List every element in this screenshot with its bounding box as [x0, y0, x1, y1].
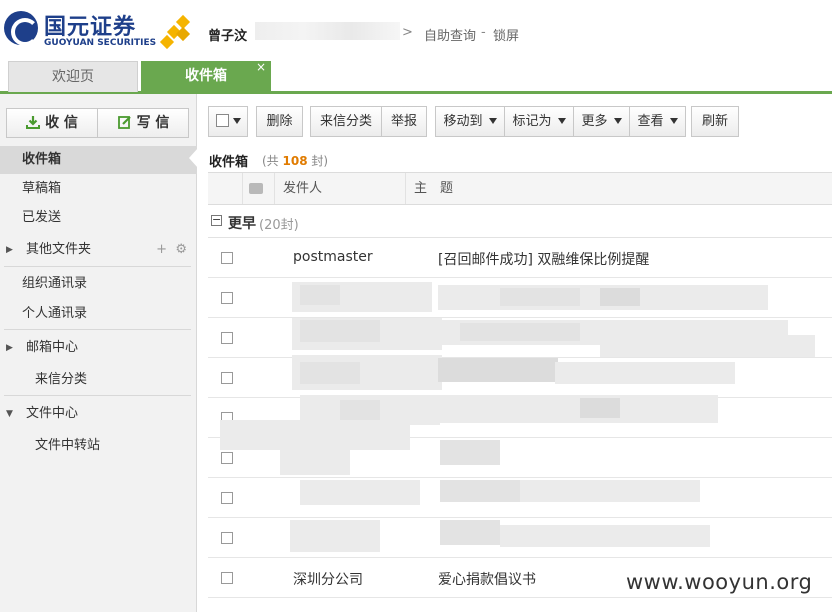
- collapse-arrow-icon[interactable]: ▼: [6, 400, 13, 428]
- row-checkbox[interactable]: [221, 452, 233, 464]
- tab-inbox-label: 收件箱: [185, 68, 227, 84]
- tab-bar: 欢迎页 收件箱 ×: [0, 58, 832, 94]
- mark-as-dropdown[interactable]: 标记为: [504, 106, 574, 137]
- move-to-dropdown[interactable]: 移动到: [435, 106, 505, 137]
- subject-column-header[interactable]: 主 题: [405, 173, 832, 204]
- sidebar-item-personal-contacts[interactable]: 个人通讯录: [0, 300, 197, 328]
- receive-mail-label: 收 信: [45, 115, 78, 131]
- company-logo: 国元证券 GUOYUAN SECURITIES: [4, 11, 194, 51]
- write-mail-label: 写 信: [136, 115, 170, 131]
- chevron-down-icon: [488, 118, 497, 124]
- folder-count-number: 108: [282, 154, 308, 168]
- date-group-header: − 更早 (20封): [208, 206, 832, 238]
- more-label: 更多: [581, 114, 608, 129]
- collapse-toggle-icon[interactable]: −: [211, 214, 222, 226]
- chevron-down-icon: [232, 118, 241, 124]
- row-checkbox[interactable]: [221, 292, 233, 304]
- classify-button[interactable]: 来信分类: [310, 106, 382, 137]
- tab-inbox[interactable]: 收件箱 ×: [141, 60, 271, 92]
- user-name: 曾子汶: [208, 29, 248, 44]
- sidebar-divider: [4, 329, 191, 330]
- mail-center-label: 邮箱中心: [26, 340, 79, 355]
- mail-action-group: 收 信 写 信: [6, 108, 189, 138]
- sidebar-item-drafts[interactable]: 草稿箱: [0, 175, 197, 203]
- select-all-dropdown[interactable]: [208, 106, 248, 137]
- close-icon[interactable]: ×: [256, 52, 266, 83]
- folder-title: 收件箱: [209, 155, 249, 170]
- view-dropdown[interactable]: 查看: [629, 106, 686, 137]
- lock-screen-link[interactable]: 锁屏: [493, 25, 519, 44]
- sidebar-item-inbox[interactable]: 收件箱: [0, 146, 197, 174]
- gear-icon[interactable]: ⚙: [175, 242, 187, 257]
- watermark: www.wooyun.org: [626, 570, 813, 594]
- envelope-icon: [249, 183, 263, 194]
- row-subject[interactable]: 爱心捐款倡议书: [438, 569, 536, 589]
- row-checkbox[interactable]: [221, 332, 233, 344]
- file-center-label: 文件中心: [26, 406, 79, 421]
- edit-icon: [117, 116, 131, 129]
- row-checkbox[interactable]: [221, 532, 233, 544]
- sidebar-item-file-transfer[interactable]: 文件中转站: [0, 432, 197, 460]
- sidebar-divider: [4, 395, 191, 396]
- chevron-down-icon: [613, 118, 622, 124]
- row-sender: postmaster: [293, 249, 373, 265]
- chevron-down-icon: [669, 118, 678, 124]
- expand-arrow-icon[interactable]: ▶: [6, 236, 13, 264]
- sidebar-item-other-folders[interactable]: ▶ 其他文件夹 + ⚙: [0, 236, 197, 264]
- top-header: 国元证券 GUOYUAN SECURITIES 曾子汶 > 自助查询 - 锁屏: [0, 0, 832, 58]
- delete-button[interactable]: 删除: [256, 106, 303, 137]
- add-folder-icon[interactable]: +: [156, 242, 167, 257]
- row-checkbox[interactable]: [221, 572, 233, 584]
- refresh-button[interactable]: 刷新: [691, 106, 739, 137]
- table-row[interactable]: postmaster [召回邮件成功] 双融维保比例提醒: [208, 238, 832, 278]
- redacted-email: [255, 22, 400, 40]
- other-folders-label: 其他文件夹: [26, 242, 92, 257]
- folder-count: (共 108 封): [262, 152, 328, 169]
- sidebar-item-mail-center[interactable]: ▶ 邮箱中心: [0, 334, 197, 362]
- group-count: (20封): [259, 218, 299, 233]
- sidebar: 收 信 写 信 收件箱 草稿箱 已发送 ▶ 其他文件夹 + ⚙ 组织通讯录 个人…: [0, 94, 197, 612]
- folder-count-prefix: (共: [262, 154, 283, 168]
- active-item-pointer: [189, 148, 198, 168]
- sidebar-divider: [4, 266, 191, 267]
- move-to-label: 移动到: [443, 114, 483, 129]
- group-label: 更早: [228, 216, 256, 232]
- logo-emblem-icon: [4, 11, 39, 46]
- more-dropdown[interactable]: 更多: [573, 106, 630, 137]
- header-dash: -: [481, 25, 486, 40]
- header-separator: >: [402, 25, 413, 40]
- sidebar-item-sent[interactable]: 已发送: [0, 204, 197, 232]
- logo-text-en: GUOYUAN SECURITIES: [44, 38, 157, 48]
- write-mail-button[interactable]: 写 信: [98, 109, 189, 137]
- folder-tools: + ⚙: [156, 236, 187, 264]
- row-checkbox[interactable]: [221, 492, 233, 504]
- sidebar-item-incoming-rules[interactable]: 来信分类: [0, 366, 197, 394]
- row-checkbox[interactable]: [221, 252, 233, 264]
- sidebar-item-org-contacts[interactable]: 组织通讯录: [0, 270, 197, 298]
- message-list-header: 发件人 主 题: [208, 172, 832, 205]
- view-label: 查看: [637, 114, 664, 129]
- row-subject[interactable]: [召回邮件成功] 双融维保比例提醒: [438, 249, 649, 269]
- sidebar-item-file-center[interactable]: ▼ 文件中心: [0, 400, 197, 428]
- sender-column-header[interactable]: 发件人: [274, 173, 405, 204]
- receive-mail-button[interactable]: 收 信: [7, 109, 98, 137]
- select-all-checkbox[interactable]: [215, 114, 229, 127]
- download-icon: [26, 116, 41, 129]
- row-checkbox[interactable]: [221, 372, 233, 384]
- folder-count-suffix: 封): [307, 154, 329, 168]
- row-sender: 深圳分公司: [293, 572, 363, 588]
- mark-as-label: 标记为: [512, 114, 552, 129]
- logo-diamond-mark-icon: [159, 14, 194, 50]
- tab-welcome[interactable]: 欢迎页: [8, 61, 138, 92]
- logo-text-cn: 国元证券: [44, 15, 137, 40]
- report-button[interactable]: 举报: [381, 106, 427, 137]
- chevron-down-icon: [557, 118, 566, 124]
- self-service-query-link[interactable]: 自助查询: [424, 25, 476, 44]
- expand-arrow-icon[interactable]: ▶: [6, 334, 13, 362]
